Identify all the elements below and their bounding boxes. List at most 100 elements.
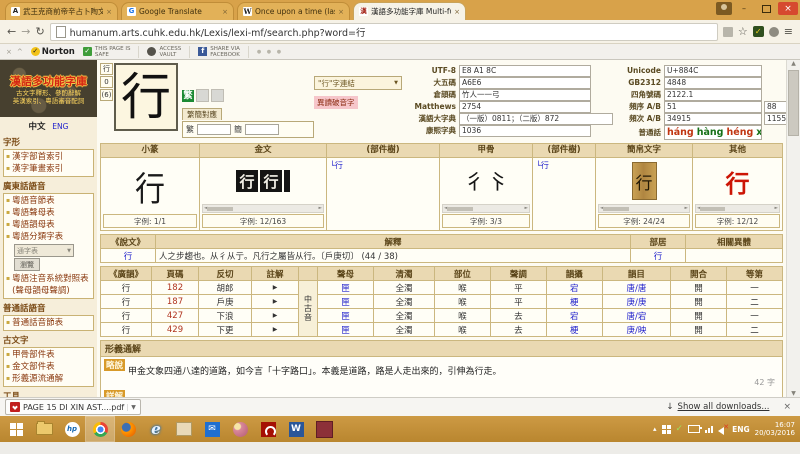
tab-1[interactable]: A 武王克商前帝辛占卜陶文 × xyxy=(5,2,118,20)
sidebar-item-initials-table[interactable]: ▪粵語聲母表 xyxy=(6,207,91,219)
gy-note-expand-icon[interactable]: ▶ xyxy=(252,295,299,309)
gy-group-link[interactable]: 宕 xyxy=(546,309,602,323)
bronze-glyph-image-partial[interactable] xyxy=(284,170,290,192)
sidebar-item-finals-table[interactable]: ▪粵語韻母表 xyxy=(6,219,91,231)
sidebar-item-mandarin-syllables[interactable]: ▪普通話音節表 xyxy=(6,317,91,329)
tab-4-close-icon[interactable]: × xyxy=(454,8,460,16)
network-icon[interactable] xyxy=(705,426,713,433)
bronze-scrollbar[interactable]: ◄► xyxy=(202,204,324,213)
category-select[interactable]: 通字表▼ xyxy=(14,244,74,257)
scroll-right-icon[interactable]: ► xyxy=(525,206,528,211)
scroll-thumb[interactable] xyxy=(207,207,233,211)
sidebar-item-bronze-components[interactable]: ▪金文部件表 xyxy=(6,361,91,373)
norton-close-icon[interactable]: × xyxy=(6,48,12,56)
oracle-glyph-image[interactable]: 彳 xyxy=(464,166,485,196)
scroll-thumb[interactable] xyxy=(447,207,473,211)
mail-button[interactable]: ✉ xyxy=(198,417,226,441)
gy-initial-link[interactable]: 匣 xyxy=(318,309,374,323)
silk-glyph-image[interactable]: 行 xyxy=(632,162,657,200)
page-scrollbar[interactable]: ▲ ▼ xyxy=(786,60,800,397)
norton-collapse-icon[interactable]: ^ xyxy=(17,48,23,56)
acrobat-button[interactable] xyxy=(254,417,282,441)
sidebar-item-stroke-index[interactable]: ▪漢字筆畫索引 xyxy=(6,163,91,175)
bookmark-star-icon[interactable]: ☆ xyxy=(738,26,748,37)
gy-note-expand-icon[interactable]: ▶ xyxy=(252,323,299,337)
scroll-thumb[interactable] xyxy=(700,207,725,211)
extension-icon[interactable] xyxy=(723,27,733,37)
simp-input[interactable] xyxy=(245,124,279,135)
paint-button[interactable] xyxy=(226,417,254,441)
shuowen-char-link[interactable]: 行 xyxy=(101,249,156,263)
oracle-scrollbar[interactable]: ◄► xyxy=(442,204,530,213)
other-scrollbar[interactable]: ◄► xyxy=(695,204,780,213)
gy-initial-link[interactable]: 匣 xyxy=(318,281,374,295)
tray-grid-icon[interactable] xyxy=(662,425,671,434)
browse-button[interactable]: 瀏覽 xyxy=(14,258,40,271)
download-chevron-icon[interactable]: ▼ xyxy=(127,404,136,411)
show-all-downloads-link[interactable]: ↓ Show all downloads... xyxy=(666,402,769,412)
extension-icon-2[interactable] xyxy=(769,27,779,37)
reload-icon[interactable]: ↻ xyxy=(35,26,44,37)
scroll-right-icon[interactable]: ► xyxy=(319,206,322,211)
gy-rhyme-link[interactable]: 唐/唐 xyxy=(602,281,670,295)
back-icon[interactable]: ← xyxy=(7,26,16,37)
sidebar-item-syllable-table[interactable]: ▪粵語音節表 xyxy=(6,195,91,207)
chrome-menu-icon[interactable]: ≡ xyxy=(784,26,793,37)
gy-initial-link[interactable]: 匣 xyxy=(318,323,374,337)
word-button[interactable]: W xyxy=(282,417,310,441)
other-glyph-image[interactable]: 行 xyxy=(726,164,750,199)
start-button[interactable] xyxy=(2,417,30,441)
tab-2-close-icon[interactable]: × xyxy=(222,8,228,16)
component-tree-node[interactable]: └行 xyxy=(330,160,343,171)
trad-input[interactable] xyxy=(197,124,231,135)
scrollbar-thumb[interactable] xyxy=(788,70,799,136)
tab-2[interactable]: G Google Translate × xyxy=(121,2,234,20)
sidebar-item-oracle-components[interactable]: ▪甲骨部件表 xyxy=(6,349,91,361)
minimize-button[interactable]: – xyxy=(734,2,754,15)
shuowen-radical-link[interactable]: 行 xyxy=(631,249,686,263)
shelf-close-icon[interactable]: × xyxy=(783,402,791,412)
url-box[interactable]: humanum.arts.cuhk.edu.hk/Lexis/lexi-mf/s… xyxy=(50,23,718,41)
file-explorer-button[interactable] xyxy=(30,417,58,441)
gy-group-link[interactable]: 梗 xyxy=(546,295,602,309)
pinyin[interactable]: háng xyxy=(667,127,694,138)
lang-english[interactable]: ENG xyxy=(52,122,68,131)
gy-rhyme-link[interactable]: 庚/映 xyxy=(602,323,670,337)
profile-icon[interactable] xyxy=(716,2,732,15)
scroll-right-icon[interactable]: ► xyxy=(685,206,688,211)
tab-3[interactable]: W Once upon a time (last na × xyxy=(237,2,350,20)
gy-initial-link[interactable]: 匣 xyxy=(318,295,374,309)
gy-group-link[interactable]: 梗 xyxy=(546,323,602,337)
norton-tray-icon[interactable]: ✓ xyxy=(676,424,684,434)
downloaded-file-chip[interactable]: PAGE 15 DI XIN AST....pdf ▼ xyxy=(5,399,141,415)
scroll-down-icon[interactable]: ▼ xyxy=(791,390,796,397)
tray-expand-icon[interactable]: ▴ xyxy=(653,425,657,433)
internet-explorer-button[interactable]: e xyxy=(142,417,170,441)
office-app-button[interactable] xyxy=(310,417,338,441)
norton-more-dots-icon[interactable]: ● ● ● xyxy=(257,49,283,55)
url-text[interactable]: humanum.arts.cuhk.edu.hk/Lexis/lexi-mf/s… xyxy=(70,25,366,39)
forward-icon[interactable]: → xyxy=(21,26,30,37)
pinyin[interactable]: héng xyxy=(727,127,754,138)
norton-toolbar-icon[interactable]: ✓ xyxy=(753,26,764,37)
seal-glyph-image[interactable]: 行 xyxy=(135,161,165,210)
sidebar-item-romanization-table[interactable]: ▪粵語注音系統對照表(聲母韻母聲調) xyxy=(6,273,91,297)
tab-4-active[interactable]: 漢 漢語多功能字庫 Multi-fun × xyxy=(353,2,466,20)
tab-1-close-icon[interactable]: × xyxy=(106,8,112,16)
lang-chinese[interactable]: 中文 xyxy=(29,122,46,132)
bronze-glyph-image[interactable]: 行 xyxy=(236,170,258,192)
scroll-right-icon[interactable]: ► xyxy=(775,206,778,211)
alt-readings-link[interactable]: 異讀破音字 xyxy=(314,96,358,109)
component-tree-node[interactable]: └行 xyxy=(536,160,549,171)
trad-simp-tab[interactable]: 繁簡對應 xyxy=(182,108,222,120)
norton-vault-button[interactable]: ACCESSVAULT xyxy=(147,46,190,58)
bronze-glyph-image[interactable]: 行 xyxy=(260,170,282,192)
volume-muted-icon[interactable]: ✕ xyxy=(718,425,727,433)
clock[interactable]: 16:0720/03/2016 xyxy=(755,421,795,437)
norton-safe-badge[interactable]: ✓ THIS PAGE ISSAFE xyxy=(83,46,140,58)
battery-icon[interactable] xyxy=(688,425,700,433)
gy-note-expand-icon[interactable]: ▶ xyxy=(252,309,299,323)
gy-rhyme-link[interactable]: 唐/宕 xyxy=(602,309,670,323)
pinyin[interactable]: xíng xyxy=(756,127,762,138)
photos-button[interactable] xyxy=(170,417,198,441)
